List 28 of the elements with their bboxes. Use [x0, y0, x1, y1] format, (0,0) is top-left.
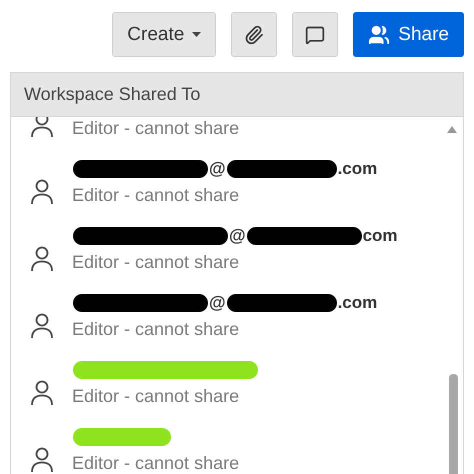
people-icon [368, 24, 390, 46]
member-role: Editor - cannot share [72, 318, 240, 341]
comment-button[interactable] [292, 12, 338, 57]
email-fragment: @ [209, 158, 226, 178]
email-fragment: @ [229, 226, 246, 246]
share-button[interactable]: Share [353, 12, 464, 57]
member-role: Editor - cannot share [72, 385, 240, 408]
paperclip-icon [244, 24, 264, 44]
email-fragment: com [362, 226, 398, 246]
member-role: Editor - cannot share [72, 452, 240, 474]
speech-bubble-icon [305, 24, 326, 44]
person-icon [30, 246, 54, 272]
person-icon [30, 313, 54, 339]
create-button[interactable]: Create [112, 12, 216, 57]
person-icon [30, 179, 54, 205]
email-fragment: .com [338, 292, 378, 312]
caret-icon [192, 32, 202, 37]
member-role: Editor - cannot share [72, 184, 240, 207]
attachment-button[interactable] [231, 12, 278, 57]
email-fragment: @ [209, 292, 226, 312]
scroll-up-icon[interactable] [447, 126, 457, 133]
member-role: Editor - cannot share [72, 117, 240, 140]
member-role: Editor - cannot share [72, 251, 240, 274]
email-fragment: .com [338, 158, 378, 178]
person-icon [30, 117, 54, 138]
person-icon [30, 447, 54, 473]
person-icon [30, 380, 54, 406]
panel-title: Workspace Shared To [11, 73, 463, 117]
